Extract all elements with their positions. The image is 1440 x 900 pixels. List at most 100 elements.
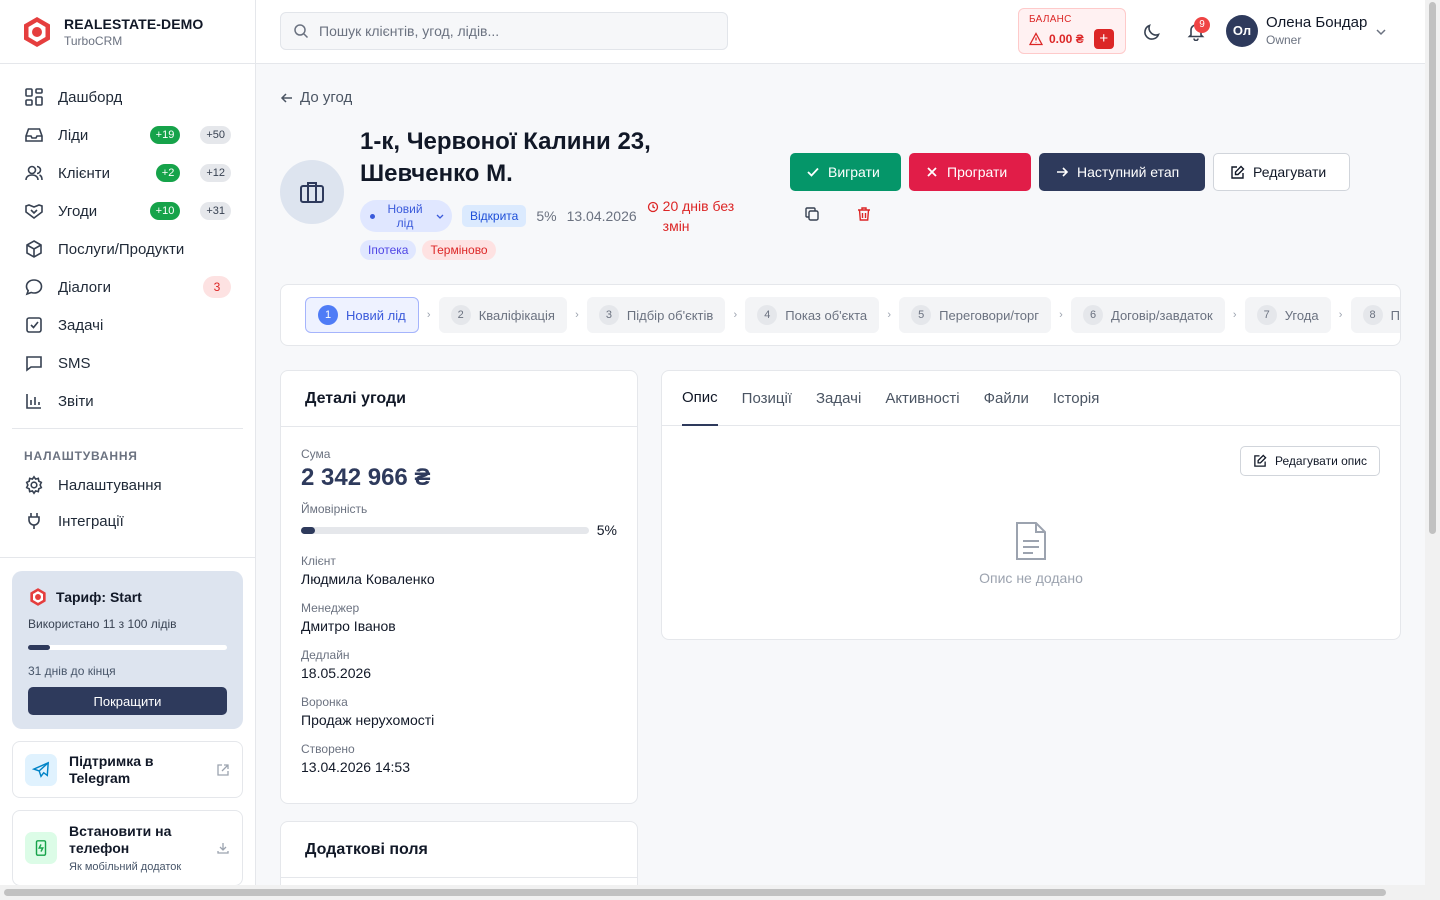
tab-activities[interactable]: Активності bbox=[885, 371, 959, 426]
deal-title: 1-к, Червоної Калини 23, Шевченко М. bbox=[360, 128, 651, 187]
tab-items[interactable]: Позиції bbox=[742, 371, 792, 426]
horizontal-scrollbar[interactable] bbox=[0, 885, 1440, 900]
search-box[interactable] bbox=[280, 12, 728, 50]
tab-tasks[interactable]: Задачі bbox=[816, 371, 861, 426]
pipeline-stage[interactable]: 6 Договір/завдаток bbox=[1071, 297, 1225, 333]
pipeline-stage[interactable]: 1 Новий лід bbox=[305, 297, 419, 333]
pipeline-stage[interactable]: 3 Підбір об'єктів bbox=[586, 297, 726, 333]
stage-label: Угода bbox=[1284, 307, 1319, 323]
stage-select[interactable]: Новий лід bbox=[360, 200, 452, 232]
tab-files[interactable]: Файли bbox=[984, 371, 1029, 426]
nav-item-sms[interactable]: SMS bbox=[12, 344, 243, 382]
nav-item-dialogs[interactable]: Діалоги 3 bbox=[12, 268, 243, 306]
edit-description-button[interactable]: Редагувати опис bbox=[1240, 446, 1380, 476]
moon-icon[interactable] bbox=[1142, 22, 1162, 42]
stage-label: Переговори/торг bbox=[939, 307, 1039, 323]
card-title: Деталі угоди bbox=[281, 371, 637, 427]
plan-name: Тариф: Start bbox=[56, 589, 142, 605]
pipeline-stage[interactable]: 4 Показ об'єкта bbox=[745, 297, 880, 333]
nav-item-clients[interactable]: Клієнти +2 +12 bbox=[12, 154, 243, 192]
win-button[interactable]: Виграти bbox=[790, 153, 901, 191]
funnel-value: Продаж нерухомості bbox=[301, 712, 435, 728]
install-title: Встановити на телефон bbox=[69, 823, 172, 856]
clock-icon bbox=[647, 201, 658, 213]
edit-description-label: Редагувати опис bbox=[1275, 454, 1367, 468]
brand-logo-icon bbox=[24, 16, 50, 47]
arrow-right-icon bbox=[1057, 167, 1069, 177]
nav-item-tasks[interactable]: Задачі bbox=[12, 306, 243, 344]
next-stage-button[interactable]: Наступний етап bbox=[1039, 153, 1205, 191]
stage-number: 1 bbox=[318, 305, 338, 325]
brand[interactable]: REALESTATE-DEMO TurboCRM bbox=[0, 0, 255, 64]
tab-description[interactable]: Опис bbox=[682, 371, 718, 426]
stage-number: 2 bbox=[450, 305, 471, 325]
search-icon bbox=[294, 24, 309, 39]
brand-logo-icon bbox=[30, 588, 46, 606]
chevron-right-icon: › bbox=[426, 309, 431, 321]
plan-card: Тариф: Start Використано 11 з 100 лідів … bbox=[12, 571, 243, 729]
plan-usage-fill bbox=[28, 645, 50, 650]
external-link-icon bbox=[217, 763, 229, 776]
nav-item-deals[interactable]: Угоди +10 +31 bbox=[12, 192, 243, 230]
copy-icon[interactable] bbox=[804, 206, 820, 222]
nav-item-reports[interactable]: Звіти bbox=[12, 382, 243, 420]
nav-item-integrations[interactable]: Інтеграції bbox=[12, 503, 243, 539]
briefcase-icon bbox=[280, 160, 344, 224]
scrollbar-thumb[interactable] bbox=[1429, 2, 1436, 534]
nav-item-leads[interactable]: Ліди +19 +50 bbox=[12, 116, 243, 154]
user-name[interactable]: Олена Бондар bbox=[1266, 14, 1367, 31]
deal-sum: 2 342 966 ₴ bbox=[301, 464, 431, 491]
field-label: Дедлайн bbox=[301, 648, 350, 662]
win-label: Виграти bbox=[828, 164, 880, 180]
nav-item-products[interactable]: Послуги/Продукти bbox=[12, 230, 243, 268]
vertical-scrollbar[interactable] bbox=[1425, 0, 1440, 885]
install-app-card[interactable]: Встановити на телефон Як мобільний додат… bbox=[12, 810, 243, 886]
next-stage-label: Наступний етап bbox=[1077, 164, 1180, 180]
pipeline-stage[interactable]: 7 Угода bbox=[1244, 297, 1331, 333]
back-to-deals-link[interactable]: До угод bbox=[280, 89, 352, 106]
telegram-icon bbox=[25, 753, 57, 786]
tab-history[interactable]: Історія bbox=[1053, 371, 1100, 426]
edit-deal-button[interactable]: Редагувати bbox=[1213, 153, 1350, 191]
pipeline-stages: 1 Новий лід › 2 Кваліфікація › 3 Підбір об'… bbox=[280, 284, 1401, 346]
avatar[interactable]: Ол bbox=[1226, 15, 1258, 47]
chevron-right-icon: › bbox=[575, 309, 579, 321]
deal-date: 13.04.2026 bbox=[566, 208, 637, 224]
plug-icon bbox=[28, 513, 40, 529]
check-icon bbox=[807, 167, 819, 177]
nav-label: Інтеграції bbox=[58, 512, 124, 530]
nav-item-dashboard[interactable]: Дашборд bbox=[12, 78, 243, 116]
deal-details-card: Деталі угоди Сума 2 342 966 ₴ Ймовірніст… bbox=[280, 370, 638, 804]
pipeline-stage[interactable]: 5 Переговори/торг bbox=[899, 297, 1051, 333]
nav-label: Послуги/Продукти bbox=[58, 240, 185, 258]
tag-chip[interactable]: Іпотека bbox=[360, 240, 417, 260]
stale-warning: 20 днів без змін bbox=[647, 196, 747, 236]
chevron-down-icon[interactable] bbox=[1374, 25, 1388, 39]
search-input[interactable] bbox=[319, 23, 719, 39]
probability-fill bbox=[301, 526, 316, 534]
total-count-badge: +12 bbox=[200, 164, 231, 182]
scrollbar-thumb[interactable] bbox=[4, 889, 1386, 896]
trash-icon[interactable] bbox=[856, 206, 872, 222]
nav-section-title: НАЛАШТУВАННЯ bbox=[24, 449, 138, 463]
deal-tabs-card: Опис Позиції Задачі Активності Файли Іст… bbox=[661, 370, 1401, 640]
plan-title: Тариф: Start bbox=[28, 587, 227, 607]
nav-label: Задачі bbox=[58, 316, 104, 334]
balance-widget[interactable]: БАЛАНС 0.00 ₴ + bbox=[1018, 8, 1126, 54]
upgrade-button[interactable]: Покращити bbox=[28, 687, 227, 715]
warning-icon bbox=[1029, 32, 1043, 46]
tag-chip[interactable]: Терміново bbox=[422, 240, 496, 260]
main-nav: Дашборд Ліди +19 +50 Клієнти +2 +12 Угод… bbox=[0, 64, 255, 539]
pipeline-stage[interactable]: 2 Кваліфікація bbox=[438, 297, 567, 333]
inbox-icon bbox=[25, 128, 43, 142]
telegram-support-card[interactable]: Підтримка в Telegram bbox=[12, 741, 243, 798]
lose-label: Програти bbox=[947, 164, 1008, 180]
pipeline-stage[interactable]: 8 Програно bbox=[1350, 297, 1400, 333]
topup-button[interactable]: + bbox=[1093, 29, 1114, 49]
stage-number: 3 bbox=[598, 305, 619, 325]
nav-item-settings[interactable]: Налаштування bbox=[12, 467, 243, 503]
lose-button[interactable]: Програти bbox=[909, 153, 1031, 191]
new-count-badge: +19 bbox=[149, 126, 181, 144]
client-value[interactable]: Людмила Коваленко bbox=[301, 571, 617, 587]
app-root: REALESTATE-DEMO TurboCRM Дашборд Ліди +1… bbox=[0, 0, 1440, 900]
